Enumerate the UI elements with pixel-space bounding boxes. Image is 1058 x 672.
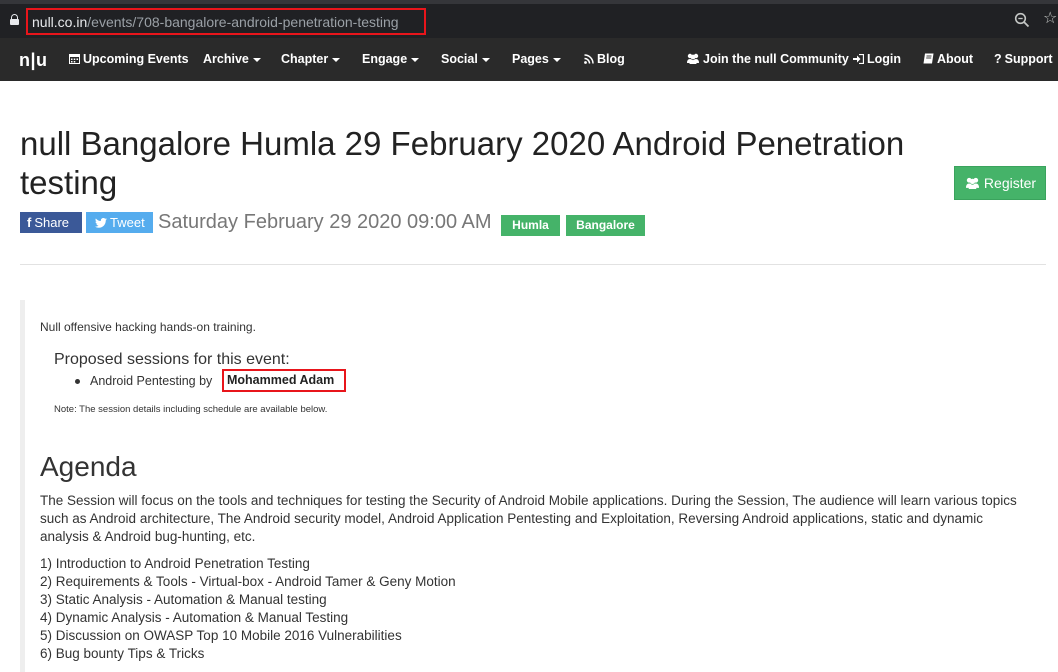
twitter-tweet-button[interactable]: Tweet	[86, 212, 153, 233]
event-intro: Null offensive hacking hands-on training…	[40, 320, 256, 334]
tag-bangalore[interactable]: Bangalore	[566, 215, 645, 236]
agenda-item: 1) Introduction to Android Penetration T…	[40, 556, 310, 571]
agenda-heading: Agenda	[40, 451, 137, 482]
nav-pages[interactable]: Pages	[512, 38, 561, 81]
caret-down-icon	[252, 57, 261, 62]
caret-down-icon	[332, 57, 341, 62]
agenda-description: The Session will focus on the tools and …	[40, 493, 1017, 544]
agenda-item: 5) Discussion on OWASP Top 10 Mobile 201…	[40, 628, 402, 643]
nav-upcoming-events[interactable]: Upcoming Events	[69, 38, 189, 81]
bookmark-star-icon[interactable]: ☆	[1043, 9, 1058, 29]
url-field[interactable]: null.co.in/events/708-bangalore-android-…	[26, 8, 426, 35]
sessions-heading: Proposed sessions for this event:	[54, 351, 290, 368]
url-path: /events/708-bangalore-android-penetratio…	[87, 14, 399, 30]
facebook-share-button[interactable]: f Share	[20, 212, 82, 233]
browser-address-bar: null.co.in/events/708-bangalore-android-…	[0, 0, 1058, 38]
tag-humla[interactable]: Humla	[501, 215, 560, 236]
question-icon: ?	[994, 52, 1002, 66]
nav-label: Archive	[203, 52, 249, 66]
divider	[20, 264, 1046, 265]
nav-label: Join the null Community	[703, 52, 849, 66]
users-icon	[965, 177, 979, 189]
agenda-item: 3) Static Analysis - Automation & Manual…	[40, 592, 327, 607]
agenda-item: 4) Dynamic Analysis - Automation & Manua…	[40, 610, 349, 625]
twitter-icon	[95, 217, 107, 228]
brand-logo[interactable]: n|u	[19, 49, 48, 71]
nav-label: Pages	[512, 52, 549, 66]
nav-chapter[interactable]: Chapter	[281, 38, 341, 81]
users-icon	[686, 38, 700, 81]
nav-about[interactable]: About	[923, 38, 973, 81]
agenda-list: 1) Introduction to Android Penetration T…	[40, 555, 1030, 663]
nav-login[interactable]: Login	[853, 38, 901, 81]
nav-label: Login	[867, 52, 902, 66]
sign-in-icon	[853, 38, 865, 81]
nav-label: Engage	[362, 52, 408, 66]
nav-archive[interactable]: Archive	[203, 38, 261, 81]
nav-support[interactable]: ? Support	[994, 38, 1053, 81]
session-title: Android Pentesting by	[90, 374, 213, 388]
event-datetime: Saturday February 29 2020 09:00 AM	[158, 211, 492, 233]
book-icon	[923, 38, 934, 81]
rss-icon	[584, 38, 594, 81]
url-host: null.co.in	[32, 14, 88, 30]
agenda-item: 2) Requirements & Tools - Virtual-box - …	[40, 574, 456, 589]
register-button[interactable]: Register	[954, 166, 1046, 200]
agenda-item: 6) Bug bounty Tips & Tricks	[40, 646, 205, 661]
nav-social[interactable]: Social	[441, 38, 490, 81]
nav-label: Upcoming Events	[83, 52, 189, 66]
session-note: Note: The session details including sche…	[54, 404, 328, 415]
nav-join-community[interactable]: Join the null Community	[686, 38, 849, 81]
facebook-icon: f	[27, 215, 32, 230]
zoom-icon[interactable]	[1014, 12, 1030, 28]
share-label: Share	[34, 215, 70, 230]
nav-label: Support	[1004, 52, 1053, 66]
calendar-icon	[69, 38, 80, 81]
register-label: Register	[983, 175, 1037, 191]
blockquote-border	[20, 300, 25, 672]
nav-blog[interactable]: Blog	[584, 38, 625, 81]
nav-label: Blog	[597, 52, 625, 66]
session-speaker-link[interactable]: Mohammed Adam	[222, 369, 346, 392]
caret-down-icon	[552, 57, 561, 62]
main-navbar: n|u Upcoming Events Archive Chapter Enga…	[0, 38, 1058, 81]
caret-down-icon	[411, 57, 420, 62]
caret-down-icon	[481, 57, 490, 62]
tweet-label: Tweet	[110, 215, 145, 230]
nav-engage[interactable]: Engage	[362, 38, 420, 81]
nav-label: Chapter	[281, 52, 329, 66]
nav-label: About	[937, 52, 974, 66]
nav-label: Social	[441, 52, 478, 66]
page-title: null Bangalore Humla 29 February 2020 An…	[20, 125, 905, 201]
bullet	[75, 379, 80, 384]
tab-strip	[0, 0, 1058, 4]
lock-icon[interactable]	[10, 14, 19, 25]
